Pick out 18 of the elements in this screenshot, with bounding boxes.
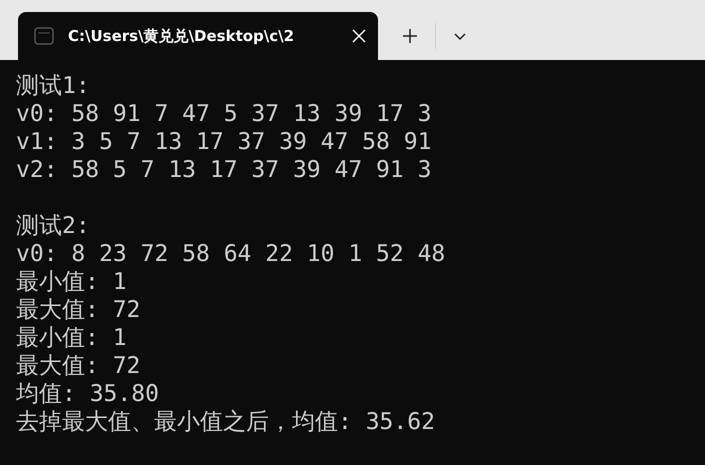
console-line: 均值: 35.80 [16, 380, 159, 408]
console-line: v0: 58 91 7 47 5 37 13 39 17 3 [16, 100, 432, 128]
console-line: v2: 58 5 7 13 17 37 39 47 91 3 [16, 156, 432, 184]
close-icon[interactable] [352, 29, 366, 43]
console-line: 测试2: [16, 212, 90, 240]
console-line: v1: 3 5 7 13 17 37 39 47 58 91 [16, 128, 432, 156]
console-line: 测试1: [16, 72, 90, 100]
console-line: 最大值: 72 [16, 296, 140, 324]
console-line: 最大值: 72 [16, 352, 140, 380]
tab-title: C:\Users\黄兑兑\Desktop\c\2 [68, 26, 296, 47]
new-tab-icon[interactable] [402, 28, 418, 44]
console-line: v0: 8 23 72 58 64 22 10 1 52 48 [16, 240, 446, 268]
console-line: 最小值: 1 [16, 324, 127, 352]
dropdown-icon[interactable] [453, 31, 467, 41]
console-line: 去掉最大值、最小值之后，均值: 35.62 [16, 408, 435, 436]
console-line: 最小值: 1 [16, 268, 127, 296]
terminal-tab[interactable]: C:\Users\黄兑兑\Desktop\c\2 [18, 12, 378, 60]
terminal-icon [34, 27, 54, 45]
